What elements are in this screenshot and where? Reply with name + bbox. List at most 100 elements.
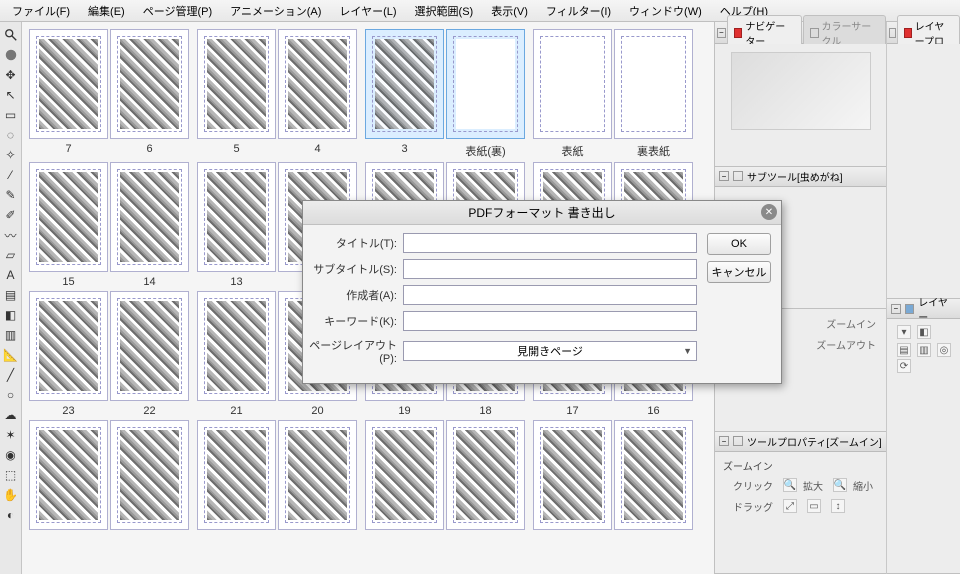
magnify-icon[interactable]	[2, 26, 20, 44]
drag-opt3-icon[interactable]: ↕	[831, 499, 845, 513]
page-thumbnail[interactable]	[365, 29, 444, 139]
page-thumbnail[interactable]	[278, 420, 357, 530]
marquee-icon[interactable]: ▭	[2, 106, 20, 124]
collapse-icon[interactable]: −	[719, 436, 729, 446]
subtool-header-label: サブツール[虫めがね]	[747, 169, 843, 184]
layer-btn2[interactable]: ◧	[917, 325, 931, 339]
page-thumbnail[interactable]	[197, 162, 276, 272]
ok-button[interactable]: OK	[707, 233, 771, 255]
collapse-icon[interactable]: −	[719, 171, 729, 181]
input-subtitle[interactable]	[403, 259, 697, 279]
dialog-title: PDFフォーマット 書き出し	[468, 204, 615, 221]
page-thumbnail[interactable]	[446, 420, 525, 530]
colorcircle-icon	[810, 28, 819, 38]
page-thumbnail[interactable]	[197, 291, 276, 401]
menu-layer[interactable]: レイヤー(L)	[331, 1, 404, 21]
dialog-titlebar[interactable]: PDFフォーマット 書き出し ✕	[303, 201, 781, 225]
subtool-header: − サブツール[虫めがね]	[715, 167, 886, 187]
collapse-icon[interactable]	[889, 28, 896, 38]
menu-filter[interactable]: フィルター(I)	[538, 1, 619, 21]
shape-icon[interactable]: ○	[2, 386, 20, 404]
menu-selection[interactable]: 選択範囲(S)	[407, 1, 482, 21]
input-keyword[interactable]	[403, 311, 697, 331]
balloon-icon[interactable]: ☁	[2, 406, 20, 424]
menu-page[interactable]: ページ管理(P)	[135, 1, 220, 21]
layer-btn5[interactable]: ◎	[937, 343, 951, 357]
prop-drag-row: ドラッグ ⤢ ▭ ↕	[719, 496, 882, 517]
close-icon[interactable]: ✕	[761, 204, 777, 220]
tone-icon[interactable]	[2, 46, 20, 64]
prop-click-row: クリック 🔍拡大 🔍縮小	[719, 475, 882, 496]
page-thumbnail[interactable]	[614, 420, 693, 530]
line-icon[interactable]: ╱	[2, 366, 20, 384]
collapse-icon[interactable]: −	[717, 28, 726, 38]
label-author: 作成者(A):	[309, 287, 403, 303]
page-thumbnail[interactable]	[110, 291, 189, 401]
page-thumbnail[interactable]	[365, 420, 444, 530]
brush-icon[interactable]: 〰	[2, 226, 20, 244]
cursor-icon[interactable]: ↖	[2, 86, 20, 104]
eraser-icon[interactable]: ▱	[2, 246, 20, 264]
lasso-icon[interactable]: ◌	[2, 126, 20, 144]
page-thumbnail[interactable]	[533, 29, 612, 139]
page-thumbnail[interactable]	[110, 420, 189, 530]
navigator-preview[interactable]	[731, 52, 871, 130]
toolprop-icon	[733, 436, 743, 446]
drag-opt1-icon[interactable]: ⤢	[783, 499, 797, 513]
shrink-icon[interactable]: 🔍	[833, 478, 847, 492]
cancel-button[interactable]: キャンセル	[707, 261, 771, 283]
page-thumbnail[interactable]	[110, 162, 189, 272]
page-thumbnail[interactable]	[29, 29, 108, 139]
layer-btn6[interactable]: ⟳	[897, 359, 911, 373]
layer-header: − レイヤー	[887, 299, 960, 319]
fill-icon[interactable]: ◧	[2, 306, 20, 324]
input-title[interactable]	[403, 233, 697, 253]
page-thumbnail-label	[364, 531, 526, 534]
page-thumbnail[interactable]	[197, 29, 276, 139]
menu-window[interactable]: ウィンドウ(W)	[621, 1, 710, 21]
page-thumbnail[interactable]	[614, 29, 693, 139]
blur-icon[interactable]: ◉	[2, 446, 20, 464]
page-thumbnail[interactable]	[278, 29, 357, 139]
page-thumbnail[interactable]	[29, 291, 108, 401]
layer-btn3[interactable]: ▤	[897, 343, 911, 357]
menu-file[interactable]: ファイル(F)	[4, 1, 78, 21]
frame-icon[interactable]: ▥	[2, 326, 20, 344]
pdf-export-dialog: PDFフォーマット 書き出し ✕ タイトル(T): サブタイトル(S): 作成者…	[302, 200, 782, 384]
page-thumbnail[interactable]	[533, 420, 612, 530]
drag-opt2-icon[interactable]: ▭	[807, 499, 821, 513]
layer-btn1[interactable]: ▾	[897, 325, 911, 339]
decorate-icon[interactable]: ✶	[2, 426, 20, 444]
select-page-layout-value: 見開きページ	[517, 343, 583, 359]
wand-icon[interactable]: ✧	[2, 146, 20, 164]
label-subtitle: サブタイトル(S):	[309, 261, 403, 277]
page-thumbnail[interactable]	[197, 420, 276, 530]
hand-icon[interactable]: ✋	[2, 486, 20, 504]
collapse-icon[interactable]: −	[891, 304, 901, 314]
menu-edit[interactable]: 編集(E)	[80, 1, 133, 21]
tone2-icon[interactable]: ◐	[2, 506, 20, 524]
text-icon[interactable]: A	[2, 266, 20, 284]
ruler-icon[interactable]: 📐	[2, 346, 20, 364]
page-thumbnail-label: 1716	[532, 402, 694, 417]
page-thumbnail-label	[196, 531, 358, 534]
pencil-icon[interactable]: ✐	[2, 206, 20, 224]
menu-animation[interactable]: アニメーション(A)	[222, 1, 329, 21]
enlarge-icon[interactable]: 🔍	[783, 478, 797, 492]
page-thumbnail-label	[532, 531, 694, 534]
toolprop-header: − ツールプロパティ[ズームイン]	[715, 432, 886, 452]
page-thumbnail[interactable]	[29, 162, 108, 272]
select-page-layout[interactable]: 見開きページ ▼	[403, 341, 697, 361]
blend-icon[interactable]: ⬚	[2, 466, 20, 484]
input-author[interactable]	[403, 285, 697, 305]
menu-view[interactable]: 表示(V)	[483, 1, 536, 21]
move-icon[interactable]: ✥	[2, 66, 20, 84]
gradient-icon[interactable]: ▤	[2, 286, 20, 304]
layer-btn4[interactable]: ▥	[917, 343, 931, 357]
page-thumbnail[interactable]	[29, 420, 108, 530]
page-thumbnail[interactable]	[446, 29, 525, 139]
page-thumbnail[interactable]	[110, 29, 189, 139]
eyedropper-icon[interactable]: ⁄	[2, 166, 20, 184]
pen-icon[interactable]: ✎	[2, 186, 20, 204]
navigator-panel	[715, 44, 886, 167]
